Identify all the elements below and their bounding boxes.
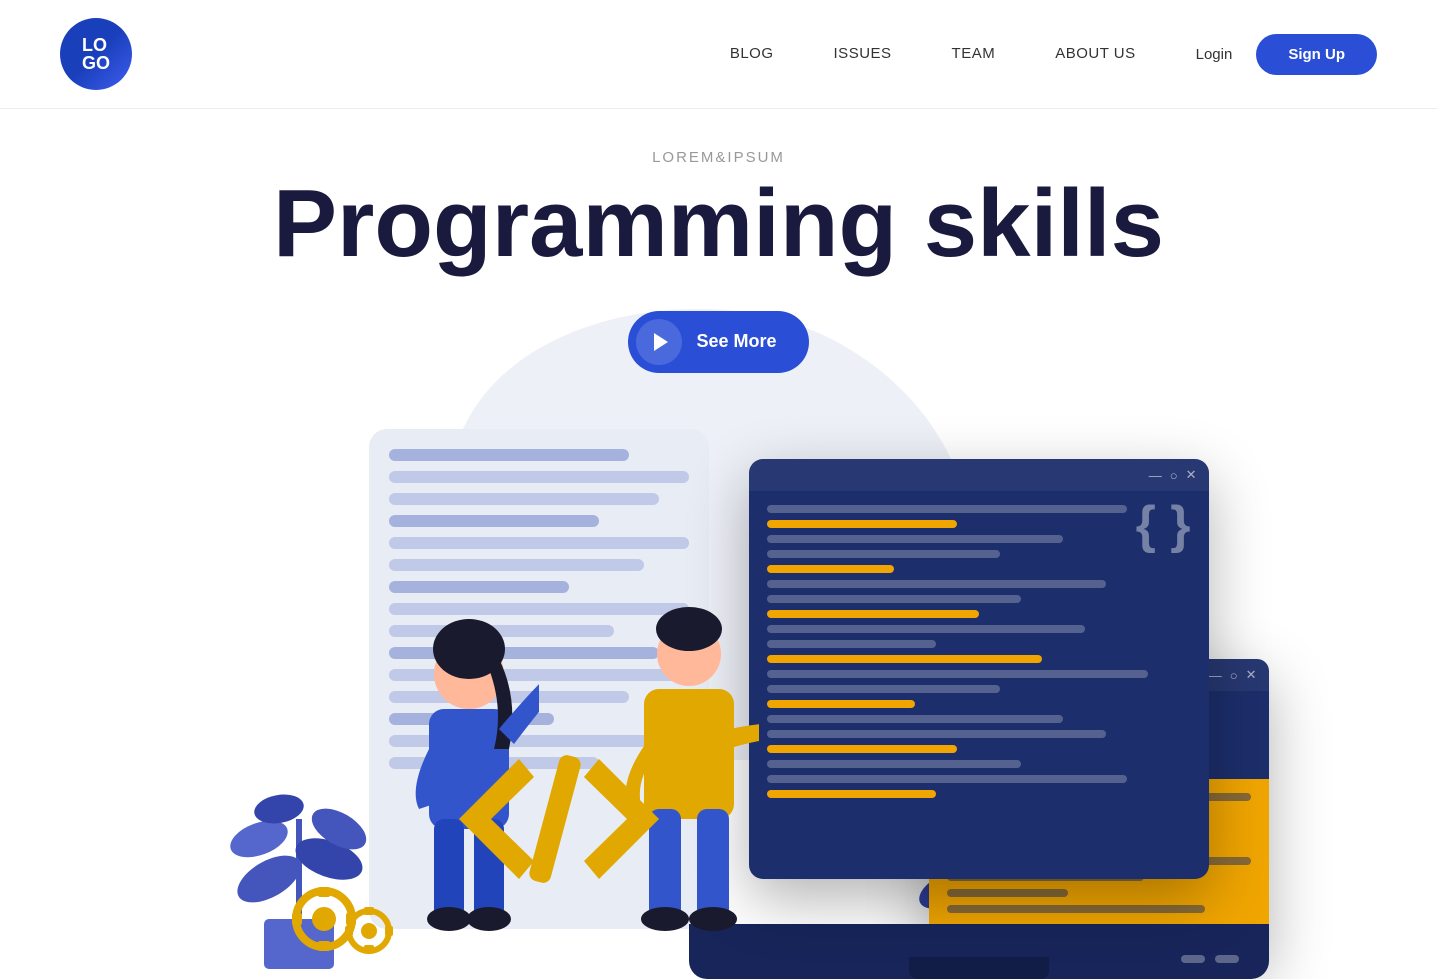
hero-section: LOREM&IPSUM Programming skills See More <box>0 109 1437 979</box>
navbar: LOGO BLOG ISSUES TEAM ABOUT US Login Sig… <box>0 0 1437 109</box>
signup-button[interactable]: Sign Up <box>1256 34 1377 75</box>
html-brackets-icon <box>449 739 669 899</box>
close-icon[interactable]: ✕ <box>1186 467 1197 483</box>
illustration-container: — ○ ✕ { } <box>169 379 1269 979</box>
play-icon <box>636 319 682 365</box>
laptop-controls <box>1181 955 1239 963</box>
nav-item-blog[interactable]: BLOG <box>730 45 774 63</box>
cta-wrap: See More <box>0 311 1437 373</box>
logo-icon: LOGO <box>60 18 132 90</box>
close-icon-2[interactable]: ✕ <box>1246 667 1257 683</box>
brace-decoration: { } <box>1136 499 1191 551</box>
hero-title: Programming skills <box>0 174 1437 275</box>
nav-auth: Login Sign Up <box>1196 34 1377 75</box>
minimize-icon[interactable]: — <box>1149 468 1162 483</box>
logo[interactable]: LOGO <box>60 18 132 90</box>
hero-subtitle: LOREM&IPSUM <box>0 149 1437 166</box>
maximize-icon[interactable]: ○ <box>1170 468 1178 483</box>
see-more-button[interactable]: See More <box>628 311 808 373</box>
minimize-icon-2[interactable]: — <box>1209 668 1222 683</box>
maximize-icon-2[interactable]: ○ <box>1230 668 1238 683</box>
cta-label: See More <box>696 331 776 352</box>
gears-decoration <box>289 869 409 959</box>
hero-content: LOREM&IPSUM Programming skills See More <box>0 149 1437 373</box>
window-titlebar-main: — ○ ✕ <box>749 459 1209 491</box>
nav-item-issues[interactable]: ISSUES <box>834 45 892 63</box>
main-code-window: — ○ ✕ { } <box>749 459 1209 879</box>
nav-item-team[interactable]: TEAM <box>952 45 996 63</box>
login-button[interactable]: Login <box>1196 46 1233 63</box>
nav-links: BLOG ISSUES TEAM ABOUT US <box>730 45 1136 63</box>
laptop-stand <box>909 957 1049 979</box>
nav-item-about[interactable]: ABOUT US <box>1055 45 1135 63</box>
